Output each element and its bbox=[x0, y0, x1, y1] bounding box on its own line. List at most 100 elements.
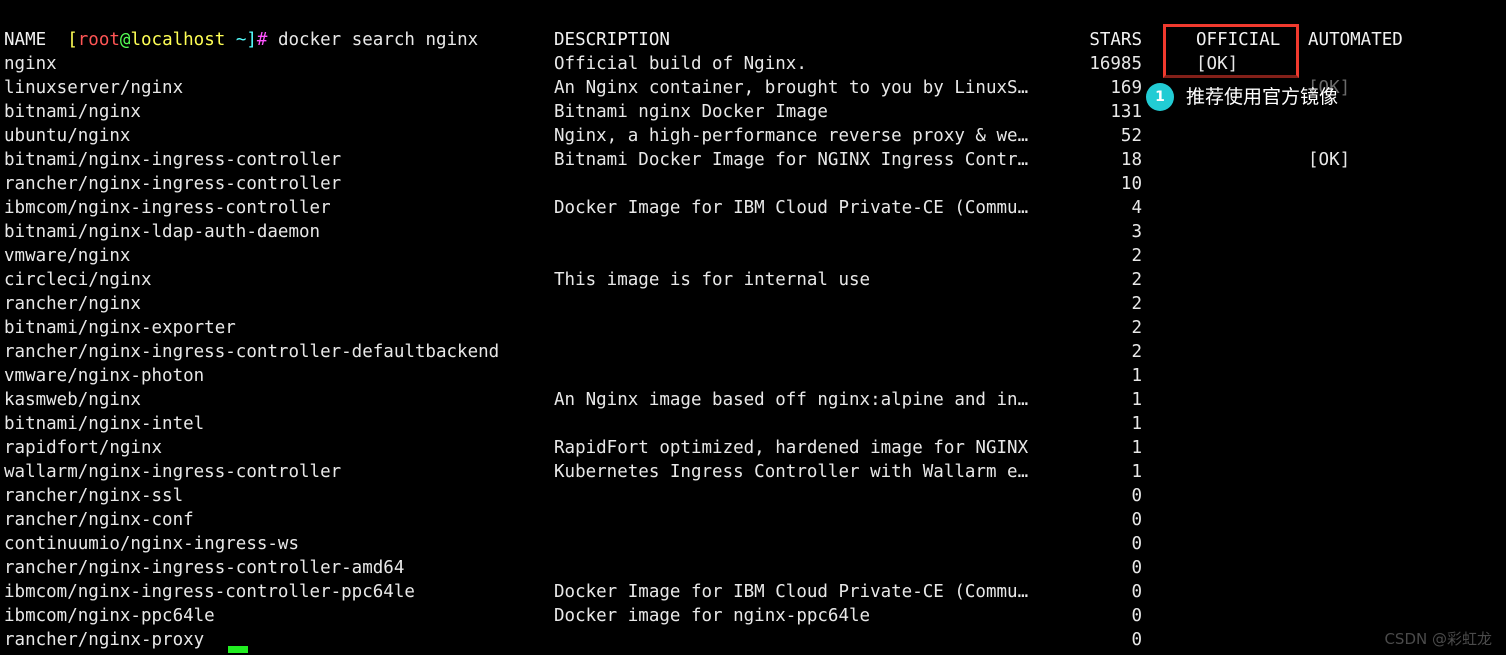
row-automated: [OK] bbox=[1308, 150, 1351, 170]
watermark: CSDN @彩虹龙 bbox=[1384, 630, 1492, 648]
row-image-name: rapidfort/nginx bbox=[4, 438, 163, 458]
table-row: ibmcom/nginx-ppc64le Docker image for ngi… bbox=[0, 604, 1506, 628]
row-stars: 1 bbox=[1131, 438, 1142, 458]
row-image-name: vmware/nginx-photon bbox=[4, 366, 205, 386]
column-header-description: DESCRIPTION bbox=[554, 30, 670, 50]
row-description: An Nginx container, brought to you by Li… bbox=[554, 78, 1029, 98]
row-stars: 3 bbox=[1131, 222, 1142, 242]
row-image-name: kasmweb/nginx bbox=[4, 390, 141, 410]
row-description: Docker image for nginx-ppc64le bbox=[554, 606, 871, 626]
row-description: Docker Image for IBM Cloud Private-CE (C… bbox=[554, 582, 1029, 602]
row-image-name: bitnami/nginx-ldap-auth-daemon bbox=[4, 222, 321, 242]
table-row: vmware/nginx-photon 1 bbox=[0, 364, 1506, 388]
row-description: Bitnami Docker Image for NGINX Ingress C… bbox=[554, 150, 1029, 170]
row-description: Docker Image for IBM Cloud Private-CE (C… bbox=[554, 198, 1029, 218]
row-stars: 1 bbox=[1131, 366, 1142, 386]
row-stars: 2 bbox=[1131, 246, 1142, 266]
row-stars: 2 bbox=[1131, 318, 1142, 338]
row-description: Bitnami nginx Docker Image bbox=[554, 102, 828, 122]
table-row: rancher/nginx-proxy 0 bbox=[0, 628, 1506, 652]
table-row: rancher/nginx-ingress-controller 10 bbox=[0, 172, 1506, 196]
table-row: bitnami/nginx-intel 1 bbox=[0, 412, 1506, 436]
table-row: ubuntu/nginx Nginx, a high-performance re… bbox=[0, 124, 1506, 148]
table-row: rancher/nginx 2 bbox=[0, 292, 1506, 316]
row-stars: 52 bbox=[1120, 126, 1142, 146]
row-stars: 1 bbox=[1131, 462, 1142, 482]
row-image-name: ibmcom/nginx-ingress-controller bbox=[4, 198, 331, 218]
row-stars: 16985 bbox=[1089, 54, 1142, 74]
table-row: linuxserver/nginx An Nginx container, bro… bbox=[0, 76, 1506, 100]
row-stars: 0 bbox=[1131, 510, 1142, 530]
row-stars: 1 bbox=[1131, 390, 1142, 410]
row-stars: 0 bbox=[1131, 534, 1142, 554]
row-image-name: wallarm/nginx-ingress-controller bbox=[4, 462, 342, 482]
table-row: bitnami/nginx-exporter 2 bbox=[0, 316, 1506, 340]
table-row: bitnami/nginx Bitnami nginx Docker Image 1… bbox=[0, 100, 1506, 124]
row-image-name: rancher/nginx-ssl bbox=[4, 486, 184, 506]
column-header-stars: STARS bbox=[1089, 30, 1142, 50]
table-row: wallarm/nginx-ingress-controller Kubernet… bbox=[0, 460, 1506, 484]
table-row: circleci/nginx This image is for internal… bbox=[0, 268, 1506, 292]
row-stars: 10 bbox=[1120, 174, 1142, 194]
row-image-name: linuxserver/nginx bbox=[4, 78, 184, 98]
row-image-name: rancher/nginx-ingress-controller bbox=[4, 174, 342, 194]
table-row: kasmweb/nginx An Nginx image based off ng… bbox=[0, 388, 1506, 412]
row-image-name: vmware/nginx bbox=[4, 246, 131, 266]
table-header-row: NAME DESCRIPTION STARS OFFICIAL AUTOMATE… bbox=[0, 28, 1506, 52]
row-description: An Nginx image based off nginx:alpine an… bbox=[554, 390, 1029, 410]
row-stars: 131 bbox=[1110, 102, 1142, 122]
row-stars: 4 bbox=[1131, 198, 1142, 218]
table-row: vmware/nginx 2 bbox=[0, 244, 1506, 268]
table-row: ibmcom/nginx-ingress-controller Docker Im… bbox=[0, 196, 1506, 220]
table-row: rancher/nginx-ssl 0 bbox=[0, 484, 1506, 508]
row-image-name: nginx bbox=[4, 54, 57, 74]
table-row: continuumio/nginx-ingress-ws 0 bbox=[0, 532, 1506, 556]
row-image-name: rancher/nginx bbox=[4, 294, 141, 314]
row-image-name: rancher/nginx-proxy bbox=[4, 630, 205, 650]
row-image-name: circleci/nginx bbox=[4, 270, 152, 290]
row-stars: 0 bbox=[1131, 486, 1142, 506]
table-row: nginx Official build of Nginx. 16985 [OK] bbox=[0, 52, 1506, 76]
row-image-name: rancher/nginx-ingress-controller-default… bbox=[4, 342, 500, 362]
table-row: bitnami/nginx-ingress-controller Bitnami … bbox=[0, 148, 1506, 172]
row-official: [OK] bbox=[1196, 54, 1239, 74]
column-header-official: OFFICIAL bbox=[1196, 30, 1281, 50]
table-row: rancher/nginx-ingress-controller-default… bbox=[0, 340, 1506, 364]
row-image-name: rancher/nginx-conf bbox=[4, 510, 194, 530]
command-prompt-line: [root@localhost ~]# docker search nginx bbox=[0, 4, 1506, 50]
table-row: bitnami/nginx-ldap-auth-daemon 3 bbox=[0, 220, 1506, 244]
row-image-name: ubuntu/nginx bbox=[4, 126, 131, 146]
table-row: ibmcom/nginx-ingress-controller-ppc64le D… bbox=[0, 580, 1506, 604]
row-image-name: ibmcom/nginx-ingress-controller-ppc64le bbox=[4, 582, 415, 602]
terminal-window[interactable]: [root@localhost ~]# docker search nginx … bbox=[0, 0, 1506, 655]
row-stars: 2 bbox=[1131, 342, 1142, 362]
row-image-name: bitnami/nginx bbox=[4, 102, 141, 122]
table-row: rapidfort/nginx RapidFort optimized, hard… bbox=[0, 436, 1506, 460]
terminal-cursor bbox=[228, 646, 248, 653]
row-stars: 0 bbox=[1131, 582, 1142, 602]
row-stars: 1 bbox=[1131, 414, 1142, 434]
row-stars: 0 bbox=[1131, 606, 1142, 626]
table-row: rancher/nginx-ingress-controller-amd64 0 bbox=[0, 556, 1506, 580]
table-row: rancher/nginx-conf 0 bbox=[0, 508, 1506, 532]
row-image-name: continuumio/nginx-ingress-ws bbox=[4, 534, 300, 554]
row-description: Official build of Nginx. bbox=[554, 54, 807, 74]
row-stars: 169 bbox=[1110, 78, 1142, 98]
column-header-name: NAME bbox=[4, 30, 47, 50]
row-stars: 18 bbox=[1120, 150, 1142, 170]
row-image-name: bitnami/nginx-ingress-controller bbox=[4, 150, 342, 170]
row-stars: 0 bbox=[1131, 630, 1142, 650]
row-automated: [OK] bbox=[1308, 78, 1351, 98]
row-stars: 2 bbox=[1131, 294, 1142, 314]
row-description: Kubernetes Ingress Controller with Walla… bbox=[554, 462, 1029, 482]
column-header-automated: AUTOMATED bbox=[1308, 30, 1403, 50]
row-stars: 0 bbox=[1131, 558, 1142, 578]
row-stars: 2 bbox=[1131, 270, 1142, 290]
row-image-name: bitnami/nginx-intel bbox=[4, 414, 205, 434]
row-description: This image is for internal use bbox=[554, 270, 871, 290]
row-description: Nginx, a high-performance reverse proxy … bbox=[554, 126, 1029, 146]
row-image-name: rancher/nginx-ingress-controller-amd64 bbox=[4, 558, 405, 578]
row-description: RapidFort optimized, hardened image for … bbox=[554, 438, 1029, 458]
row-image-name: ibmcom/nginx-ppc64le bbox=[4, 606, 215, 626]
row-image-name: bitnami/nginx-exporter bbox=[4, 318, 236, 338]
